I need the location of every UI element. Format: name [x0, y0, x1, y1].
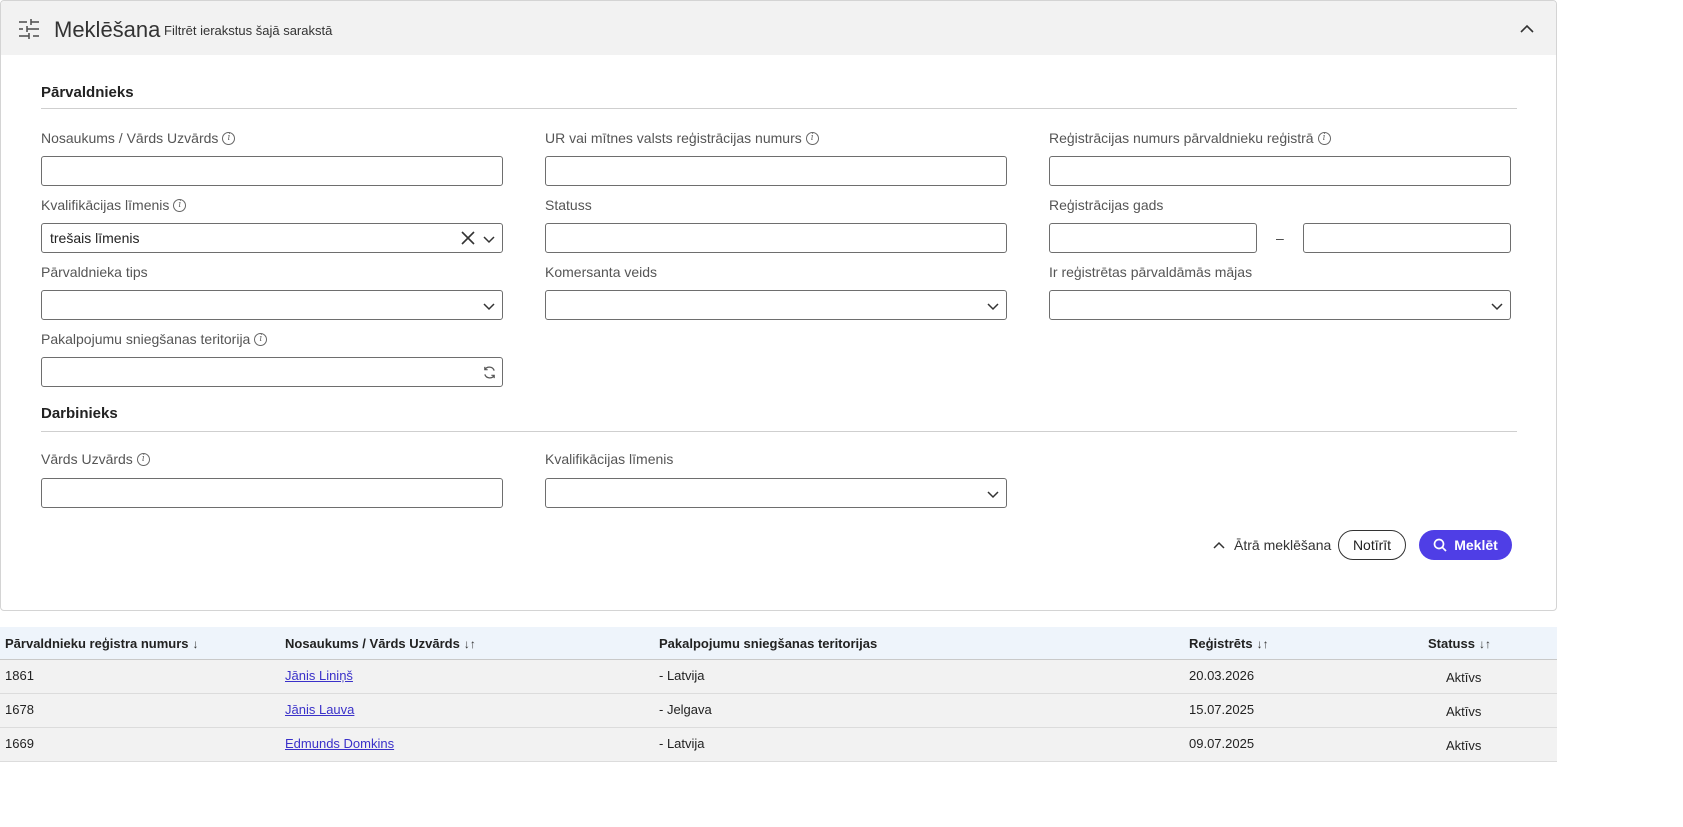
status-label: Statuss: [545, 197, 592, 213]
search-button[interactable]: Meklēt: [1419, 530, 1512, 560]
info-icon[interactable]: i: [173, 198, 187, 212]
sort-icon[interactable]: ↓↑: [1479, 637, 1491, 651]
info-icon[interactable]: i: [1317, 131, 1331, 145]
manager-type-select[interactable]: [41, 290, 503, 320]
column-header-territory: Pakalpojumu sniegšanas teritorijas: [659, 636, 878, 651]
info-icon[interactable]: i: [805, 131, 819, 145]
cell-registered: 20.03.2026: [1189, 668, 1255, 683]
info-icon[interactable]: i: [222, 131, 236, 145]
clear-button[interactable]: Notīrīt: [1338, 530, 1406, 560]
column-header-registered[interactable]: Reģistrēts ↓↑: [1189, 636, 1269, 651]
qualification-selected-value: trešais līmenis: [50, 230, 140, 246]
quick-search-label: Ātrā meklēšana: [1234, 537, 1332, 553]
manager-type-label: Pārvaldnieka tips: [41, 264, 148, 280]
cell-name-link[interactable]: Jānis Liniņš: [285, 668, 353, 683]
cell-territory: - Jelgava: [659, 702, 712, 717]
range-separator: –: [1276, 230, 1284, 246]
column-header-status[interactable]: Statuss ↓↑: [1428, 636, 1491, 651]
merchant-type-select[interactable]: [545, 290, 1007, 320]
section-divider: [41, 431, 1517, 432]
territory-input[interactable]: [42, 358, 502, 386]
reg-year-to-field[interactable]: [1303, 223, 1511, 253]
section-divider: [41, 108, 1517, 109]
sort-icon[interactable]: ↓↑: [1257, 637, 1269, 651]
clear-x-icon[interactable]: [461, 231, 475, 245]
employee-qualification-select[interactable]: [545, 478, 1007, 508]
houses-label: Ir reģistrētas pārvaldāmās mājas: [1049, 264, 1253, 280]
merchant-type-label: Komersanta veids: [545, 264, 658, 280]
cell-status: Aktīvs: [1446, 704, 1482, 719]
sort-icon[interactable]: ↓: [193, 637, 199, 651]
chevron-down-icon[interactable]: [986, 299, 1000, 313]
chevron-down-icon[interactable]: [986, 487, 1000, 501]
search-panel-header[interactable]: Meklēšana Filtrēt ierakstus šajā sarakst…: [1, 1, 1556, 55]
section-title-manager: Pārvaldnieks: [41, 84, 134, 101]
reg-number-field[interactable]: [1049, 156, 1511, 186]
panel-title: Meklēšana: [54, 17, 161, 42]
quick-search-toggle[interactable]: Ātrā meklēšana: [1212, 537, 1331, 553]
employee-name-input[interactable]: [42, 479, 502, 507]
reg-year-label: Reģistrācijas gads: [1049, 197, 1164, 213]
territory-field[interactable]: [41, 357, 503, 387]
reg-number-label: Reģistrācijas numurs pārvaldnieku reģist…: [1049, 130, 1331, 146]
cell-status: Aktīvs: [1446, 738, 1482, 753]
chevron-up-icon: [1213, 541, 1225, 549]
reg-year-from-field[interactable]: [1049, 223, 1257, 253]
chevron-up-icon[interactable]: [1517, 20, 1537, 38]
name-label: Nosaukums / Vārds Uzvārds i: [41, 130, 236, 146]
ur-number-field[interactable]: [545, 156, 1007, 186]
ur-number-label: UR vai mītnes valsts reģistrācijas numur…: [545, 130, 819, 146]
chevron-down-icon[interactable]: [1490, 299, 1504, 313]
employee-name-field[interactable]: [41, 478, 503, 508]
cell-name-link[interactable]: Jānis Lauva: [285, 702, 354, 717]
table-row: 1669 Edmunds Domkins - Latvija 09.07.202…: [0, 728, 1557, 762]
info-icon[interactable]: i: [254, 332, 268, 346]
cell-status: Aktīvs: [1446, 670, 1482, 685]
ur-number-input[interactable]: [546, 157, 1006, 185]
info-icon[interactable]: i: [136, 452, 150, 466]
cell-number: 1678: [5, 702, 34, 717]
table-row: 1861 Jānis Liniņš - Latvija 20.03.2026 A…: [0, 660, 1557, 694]
search-icon: [1433, 538, 1447, 552]
chevron-down-icon[interactable]: [482, 299, 496, 313]
employee-qualification-label: Kvalifikācijas līmenis: [545, 451, 674, 467]
qualification-label: Kvalifikācijas līmenis i: [41, 197, 187, 213]
cell-number: 1669: [5, 736, 34, 751]
qualification-select[interactable]: trešais līmenis: [41, 223, 503, 253]
status-input[interactable]: [546, 224, 1006, 252]
cell-name-link[interactable]: Edmunds Domkins: [285, 736, 394, 751]
reg-number-input[interactable]: [1050, 157, 1510, 185]
table-header: Pārvaldnieku reģistra numurs ↓ Nosaukums …: [0, 627, 1557, 660]
employee-name-label: Vārds Uzvārds i: [41, 451, 150, 467]
reg-year-from-input[interactable]: [1050, 224, 1256, 252]
table-row: 1678 Jānis Lauva - Jelgava 15.07.2025 Ak…: [0, 694, 1557, 728]
column-header-number[interactable]: Pārvaldnieku reģistra numurs ↓: [5, 636, 199, 651]
section-title-employee: Darbinieks: [41, 405, 118, 422]
search-button-label: Meklēt: [1454, 537, 1498, 553]
cell-number: 1861: [5, 668, 34, 683]
cell-registered: 15.07.2025: [1189, 702, 1255, 717]
name-input[interactable]: [42, 157, 502, 185]
cell-registered: 09.07.2025: [1189, 736, 1255, 751]
filter-sliders-icon: [19, 19, 39, 39]
cell-territory: - Latvija: [659, 736, 705, 751]
refresh-icon[interactable]: [482, 365, 497, 380]
column-header-name[interactable]: Nosaukums / Vārds Uzvārds ↓↑: [285, 636, 476, 651]
sort-icon[interactable]: ↓↑: [464, 637, 476, 651]
houses-select[interactable]: [1049, 290, 1511, 320]
name-field[interactable]: [41, 156, 503, 186]
reg-year-to-input[interactable]: [1304, 224, 1510, 252]
cell-territory: - Latvija: [659, 668, 705, 683]
search-panel: Meklēšana Filtrēt ierakstus šajā sarakst…: [0, 0, 1557, 611]
territory-label: Pakalpojumu sniegšanas teritorija i: [41, 331, 268, 347]
panel-subtitle: Filtrēt ierakstus šajā sarakstā: [164, 23, 333, 38]
chevron-down-icon[interactable]: [482, 232, 496, 246]
status-field[interactable]: [545, 223, 1007, 253]
